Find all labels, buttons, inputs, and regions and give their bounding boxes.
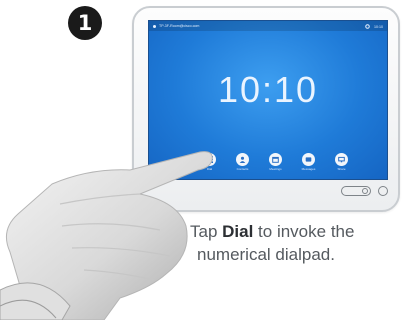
pointing-hand-illustration (0, 151, 213, 320)
meetings-icon (269, 153, 282, 166)
app-label: Share (337, 167, 346, 171)
caption-prefix: Tap (190, 222, 223, 241)
caption-line-2: numerical dialpad. (197, 245, 335, 264)
app-label: Messages (301, 167, 316, 171)
app-share[interactable]: Share (330, 153, 353, 171)
messages-icon (302, 153, 315, 166)
device-hardware-buttons (341, 186, 388, 196)
power-button[interactable] (378, 186, 388, 196)
app-label: Contacts (236, 167, 249, 171)
app-meetings[interactable]: Meetings (264, 153, 287, 171)
status-left-text: TP-3F-Room@cisco.com (159, 24, 200, 28)
app-contacts[interactable]: Contacts (231, 153, 254, 171)
status-bar: TP-3F-Room@cisco.com 10:10 (149, 21, 387, 31)
instruction-caption: Tap Dial to invoke the numerical dialpad… (190, 220, 406, 266)
caption-action: Dial (222, 222, 254, 241)
settings-icon[interactable] (365, 24, 370, 30)
app-label: Meetings (269, 167, 282, 171)
status-right-text: 10:10 (374, 25, 383, 29)
caption-suffix: to invoke the (253, 222, 355, 241)
home-button[interactable] (341, 186, 371, 196)
app-bar: Dial Contacts Meetings Messages Share (198, 153, 353, 171)
app-messages[interactable]: Messages (297, 153, 320, 171)
clock-display: 10:10 (217, 69, 319, 110)
contacts-icon (236, 153, 249, 166)
share-icon (335, 153, 348, 166)
step-number-badge: 1 (68, 6, 102, 40)
status-dot-icon (153, 24, 156, 28)
